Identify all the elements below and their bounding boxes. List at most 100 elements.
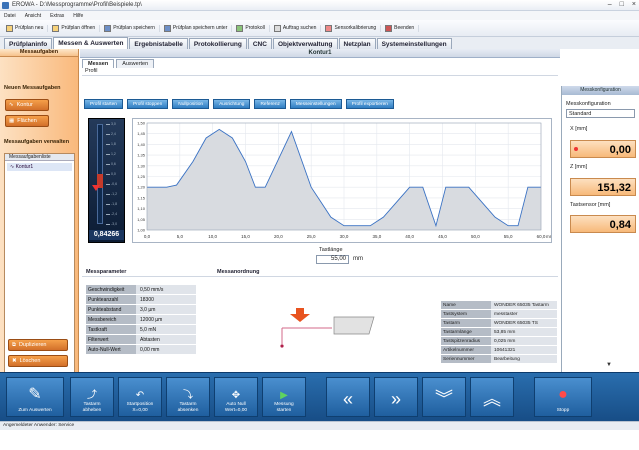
- table-value: 0,50 mm/s: [136, 285, 196, 294]
- table-key: Auto-Null-Wert: [86, 345, 136, 354]
- stop-button[interactable]: ● Stopp: [534, 377, 592, 417]
- table-row: Geschwindigkeit 0,50 mm/s: [86, 285, 196, 295]
- menu-help[interactable]: Hilfe: [73, 13, 83, 19]
- z-value: 151,32: [570, 178, 636, 196]
- gauge-tick: [106, 164, 110, 165]
- tab-objektverwaltung[interactable]: Objektverwaltung: [272, 38, 338, 49]
- bottom-button-label: Tastarm absenken: [177, 402, 199, 413]
- toolbar-exit-button[interactable]: Beenden: [381, 24, 420, 32]
- subtab-messen[interactable]: Messen: [82, 59, 115, 68]
- table-row: Messbereich 12000 µm: [86, 315, 196, 325]
- bottom-button-label: Messung starten: [274, 402, 294, 413]
- start-position-button[interactable]: ↶ Startposition X=0,00: [118, 377, 162, 417]
- surface-icon: ▦: [9, 118, 15, 124]
- toolbar-save-button[interactable]: Prüfplan speichern: [100, 24, 160, 32]
- null-position-button[interactable]: Nullposition: [172, 99, 210, 109]
- chevrons-down-button[interactable]: ︾: [422, 377, 466, 417]
- table-key: Tastarmlänge: [441, 328, 491, 336]
- profile-export-button[interactable]: Profil exportieren: [345, 99, 394, 109]
- bottom-button-label: Auto Null Wert=0,00: [224, 402, 248, 413]
- delete-button[interactable]: ✖ Löschen: [8, 355, 68, 367]
- chevrons-up-button[interactable]: ︽: [470, 377, 514, 417]
- right-panel-header: Messkonfiguration: [562, 86, 639, 95]
- play-button[interactable]: ▶ Messung starten: [262, 377, 306, 417]
- kontur-button[interactable]: ∿ Kontur: [5, 99, 49, 111]
- table-key: Filterwert: [86, 335, 136, 344]
- table-key: Geschwindigkeit: [86, 285, 136, 294]
- table-value: WONDER 65035 Tastarm: [491, 301, 557, 309]
- stylus-arm-icon: [280, 327, 332, 348]
- sensor-icon: [325, 24, 333, 32]
- gauge-tick-label: 0,0: [111, 172, 116, 176]
- gauge-tick-label: 0,6: [111, 162, 116, 166]
- table-row: Seriennummer Bearbeitung: [441, 355, 557, 364]
- chevrons-right-button[interactable]: »: [374, 377, 418, 417]
- tab-messen-auswerten[interactable]: Messen & Auswerten: [53, 37, 129, 49]
- bottom-button-label: Stopp: [556, 407, 570, 413]
- measure-settings-button[interactable]: Messeinstellungen: [289, 99, 342, 109]
- lower-arm-button[interactable]: ⤵ Tastarm absenken: [166, 377, 210, 417]
- x-tick-label: 0,0: [144, 234, 151, 239]
- x-tick-label: 55,0: [504, 234, 513, 239]
- auto-zero-button[interactable]: ✥ Auto Null Wert=0,00: [214, 377, 258, 417]
- minimize-icon[interactable]: –: [608, 1, 612, 8]
- x-tick-label: 35,0: [372, 234, 381, 239]
- toolbar-open-button[interactable]: Prüfplan öffnen: [48, 24, 101, 32]
- toolbar-save-as-button[interactable]: Prüfplan speichern unter: [160, 24, 233, 32]
- gauge-tick-label: 1,2: [111, 152, 116, 156]
- list-item[interactable]: ∿ Kontur1: [7, 163, 72, 171]
- menu-file[interactable]: Datei: [4, 13, 16, 19]
- task-list-header: Messaufgabenliste: [5, 154, 74, 161]
- reference-button[interactable]: Referenz: [254, 99, 286, 109]
- menu-extras[interactable]: Extras: [50, 13, 64, 19]
- toolbar: Prüfplan neu Prüfplan öffnen Prüfplan sp…: [0, 20, 639, 37]
- y-tick-label: 1,10: [137, 206, 146, 211]
- y-tick-label: 1,30: [137, 163, 146, 168]
- scroll-down-icon[interactable]: ▼: [606, 362, 612, 368]
- gauge-tick-label: -3,0: [111, 222, 118, 226]
- maximize-icon[interactable]: □: [620, 1, 624, 8]
- tastlaenge-input[interactable]: 55,00: [316, 255, 349, 264]
- config-select[interactable]: Standard: [566, 109, 635, 118]
- chevrons-left-button[interactable]: «: [326, 377, 370, 417]
- flachen-button[interactable]: ▦ Flächen: [5, 115, 49, 127]
- toolbar-new-button[interactable]: Prüfplan neu: [2, 24, 49, 32]
- start-position-icon: ↶: [135, 389, 145, 401]
- gauge-tick: [106, 214, 110, 215]
- gauge-tick-label: -0,6: [111, 182, 118, 186]
- toolbar-search-button[interactable]: Auftrag suchen: [270, 24, 322, 32]
- subtab-auswerten[interactable]: Auswerten: [116, 59, 155, 68]
- x-tick-label: 20,0: [274, 234, 283, 239]
- profile-start-button[interactable]: Profil starten: [84, 99, 123, 109]
- delete-icon: ✖: [12, 358, 17, 364]
- menu-view[interactable]: Ansicht: [25, 13, 41, 19]
- messanordnung-title: Messanordnung: [217, 269, 260, 275]
- tab-protokollierung[interactable]: Protokollierung: [188, 38, 247, 49]
- x-tick-label: 30,0: [340, 234, 349, 239]
- table-key: Punkteanzahl: [86, 295, 136, 304]
- gauge-tick: [106, 184, 110, 185]
- table-key: Messbereich: [86, 315, 136, 324]
- tab-pruefplaninfo[interactable]: Prüfplaninfo: [4, 38, 53, 49]
- y-tick-label: 1,40: [137, 142, 146, 147]
- table-value: 10641321: [491, 346, 557, 354]
- gauge-tick: [106, 154, 110, 155]
- profile-stop-button[interactable]: Profil stoppen: [126, 99, 169, 109]
- tab-cnc[interactable]: CNC: [247, 38, 272, 49]
- y-tick-label: 1,20: [137, 185, 146, 190]
- alignment-button[interactable]: Ausrichtung: [213, 99, 251, 109]
- tastlaenge-unit: mm: [353, 256, 363, 262]
- chart-pen-button[interactable]: ✎ Zum Auswerten: [6, 377, 64, 417]
- search-icon: [273, 24, 281, 32]
- tab-ergebnistabelle[interactable]: Ergebnistabelle: [129, 38, 188, 49]
- x-status-icon: [574, 147, 578, 151]
- close-icon[interactable]: ×: [632, 1, 636, 8]
- toolbar-protocol-button[interactable]: Protokoll: [232, 24, 270, 32]
- tab-systemeinstellungen[interactable]: Systemeinstellungen: [376, 38, 452, 49]
- tab-netzplan[interactable]: Netzplan: [338, 38, 376, 49]
- toolbar-sensor-button[interactable]: Sensorkalibrierung: [321, 24, 382, 32]
- duplicate-button[interactable]: ⧉ Duplizieren: [8, 339, 68, 351]
- config-label: Messkonfiguration: [566, 101, 611, 107]
- lift-arm-button[interactable]: ⤴ Tastarm abheben: [70, 377, 114, 417]
- table-row: Filterwert Abtasten: [86, 335, 196, 345]
